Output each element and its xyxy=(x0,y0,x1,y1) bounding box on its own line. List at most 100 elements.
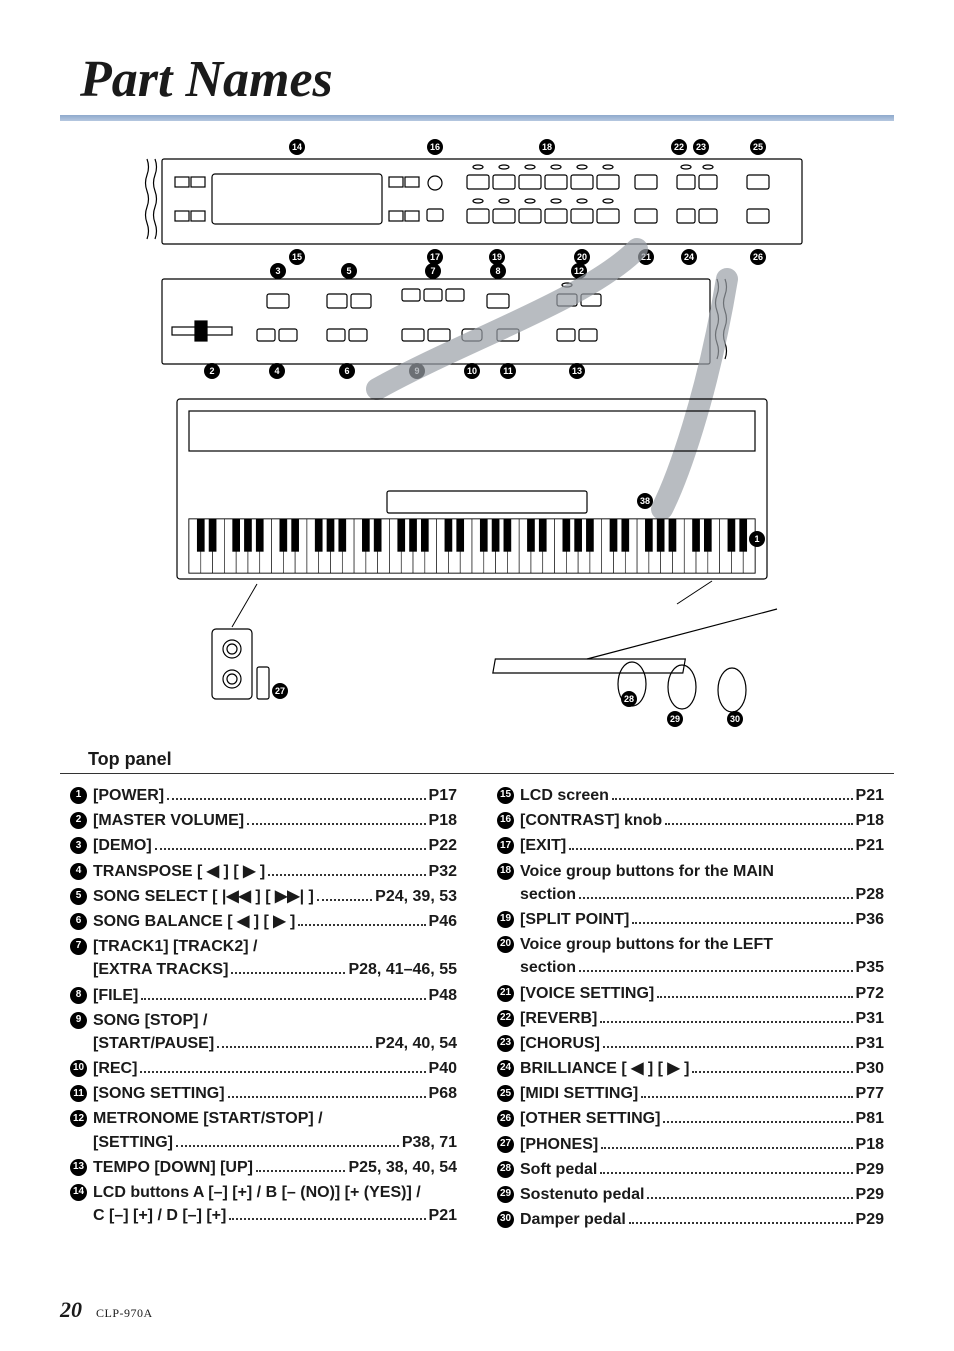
leader-dots xyxy=(600,1021,852,1023)
page-number: 20 xyxy=(60,1297,82,1322)
leader-dots xyxy=(140,1071,425,1073)
part-item: 7[TRACK1] [TRACK2] /[EXTRA TRACKS]P28, 4… xyxy=(70,935,457,981)
svg-text:20: 20 xyxy=(577,252,587,262)
item-label: [OTHER SETTING] xyxy=(520,1107,660,1130)
svg-text:16: 16 xyxy=(430,142,440,152)
item-label: [SETTING] xyxy=(93,1131,173,1154)
svg-text:14: 14 xyxy=(292,142,302,152)
item-label: [REC] xyxy=(93,1057,137,1080)
svg-text:15: 15 xyxy=(292,252,302,262)
item-label: [PHONES] xyxy=(520,1133,598,1156)
item-label: section xyxy=(520,883,576,906)
item-label: Voice group buttons for the LEFT xyxy=(520,933,773,956)
page-ref: P77 xyxy=(856,1082,884,1105)
part-item: 27[PHONES]P18 xyxy=(497,1133,884,1156)
page-ref: P24, 40, 54 xyxy=(375,1032,457,1055)
item-number-badge: 24 xyxy=(497,1060,514,1077)
leader-dots xyxy=(579,970,853,972)
part-item: 10[REC]P40 xyxy=(70,1057,457,1080)
svg-text:17: 17 xyxy=(430,252,440,262)
leader-dots xyxy=(167,798,425,800)
page-ref: P22 xyxy=(429,834,457,857)
page-ref: P31 xyxy=(856,1032,884,1055)
svg-text:18: 18 xyxy=(542,142,552,152)
leader-dots xyxy=(256,1170,345,1172)
item-label: C [–] [+] / D [–] [+] xyxy=(93,1204,226,1227)
item-number-badge: 5 xyxy=(70,888,87,905)
item-number-badge: 29 xyxy=(497,1186,514,1203)
part-item: 18Voice group buttons for the MAINsectio… xyxy=(497,860,884,906)
item-label: [DEMO] xyxy=(93,834,152,857)
part-item: 15LCD screenP21 xyxy=(497,784,884,807)
svg-text:19: 19 xyxy=(492,252,502,262)
page-ref: P21 xyxy=(856,784,884,807)
item-number-badge: 9 xyxy=(70,1012,87,1029)
part-item: 1[POWER]P17 xyxy=(70,784,457,807)
item-number-badge: 13 xyxy=(70,1159,87,1176)
leader-dots xyxy=(629,1222,853,1224)
item-number-badge: 14 xyxy=(70,1184,87,1201)
page-ref: P28, 41–46, 55 xyxy=(348,958,457,981)
page-ref: P48 xyxy=(429,984,457,1007)
item-label: [VOICE SETTING] xyxy=(520,982,654,1005)
leader-dots xyxy=(247,823,425,825)
item-label: METRONOME [START/STOP] / xyxy=(93,1107,323,1130)
part-item: 21[VOICE SETTING]P72 xyxy=(497,982,884,1005)
leader-dots xyxy=(692,1071,852,1073)
item-number-badge: 23 xyxy=(497,1035,514,1052)
leader-dots xyxy=(632,922,852,924)
item-number-badge: 22 xyxy=(497,1010,514,1027)
item-number-badge: 28 xyxy=(497,1161,514,1178)
part-item: 26[OTHER SETTING]P81 xyxy=(497,1107,884,1130)
item-label: LCD buttons A [–] [+] / B [– (NO)] [+ (Y… xyxy=(93,1181,421,1204)
svg-text:8: 8 xyxy=(495,266,500,276)
leader-dots xyxy=(229,1218,425,1220)
item-label: Damper pedal xyxy=(520,1208,626,1231)
svg-text:29: 29 xyxy=(670,714,680,724)
item-label: section xyxy=(520,956,576,979)
page-ref: P18 xyxy=(856,1133,884,1156)
svg-text:23: 23 xyxy=(696,142,706,152)
item-number-badge: 1 xyxy=(70,787,87,804)
item-number-badge: 7 xyxy=(70,938,87,955)
item-label: [SPLIT POINT] xyxy=(520,908,629,931)
leader-dots xyxy=(228,1096,426,1098)
part-item: 11[SONG SETTING]P68 xyxy=(70,1082,457,1105)
item-label: [POWER] xyxy=(93,784,164,807)
page-footer: 20 CLP-970A xyxy=(60,1297,153,1323)
item-number-badge: 6 xyxy=(70,913,87,930)
svg-text:38: 38 xyxy=(640,496,650,506)
leader-dots xyxy=(665,823,852,825)
item-number-badge: 17 xyxy=(497,837,514,854)
page-ref: P38, 71 xyxy=(402,1131,457,1154)
svg-text:28: 28 xyxy=(624,694,634,704)
page-ref: P72 xyxy=(856,982,884,1005)
svg-text:11: 11 xyxy=(503,366,513,376)
part-item: 28Soft pedalP29 xyxy=(497,1158,884,1181)
item-label: [EXIT] xyxy=(520,834,566,857)
item-label: Voice group buttons for the MAIN xyxy=(520,860,774,883)
part-item: 19[SPLIT POINT]P36 xyxy=(497,908,884,931)
page-ref: P21 xyxy=(856,834,884,857)
svg-text:26: 26 xyxy=(753,252,763,262)
page-ref: P29 xyxy=(856,1158,884,1181)
leader-dots xyxy=(176,1145,399,1147)
leader-dots xyxy=(298,924,425,926)
leader-dots xyxy=(601,1147,852,1149)
page-ref: P31 xyxy=(856,1007,884,1030)
part-item: 4TRANSPOSE [ ◀ ] [ ▶ ]P32 xyxy=(70,860,457,883)
svg-text:5: 5 xyxy=(346,266,351,276)
part-item: 9SONG [STOP] /[START/PAUSE]P24, 40, 54 xyxy=(70,1009,457,1055)
leader-dots xyxy=(579,897,853,899)
item-number-badge: 8 xyxy=(70,987,87,1004)
page-ref: P81 xyxy=(856,1107,884,1130)
page-ref: P24, 39, 53 xyxy=(375,885,457,908)
leader-dots xyxy=(569,848,852,850)
svg-text:24: 24 xyxy=(684,252,694,262)
leader-dots xyxy=(603,1046,853,1048)
item-number-badge: 16 xyxy=(497,812,514,829)
leader-dots xyxy=(657,996,852,998)
item-label: SONG SELECT [ |◀◀ ] [ ▶▶| ] xyxy=(93,885,314,908)
leader-dots xyxy=(600,1172,852,1174)
leader-dots xyxy=(317,899,372,901)
